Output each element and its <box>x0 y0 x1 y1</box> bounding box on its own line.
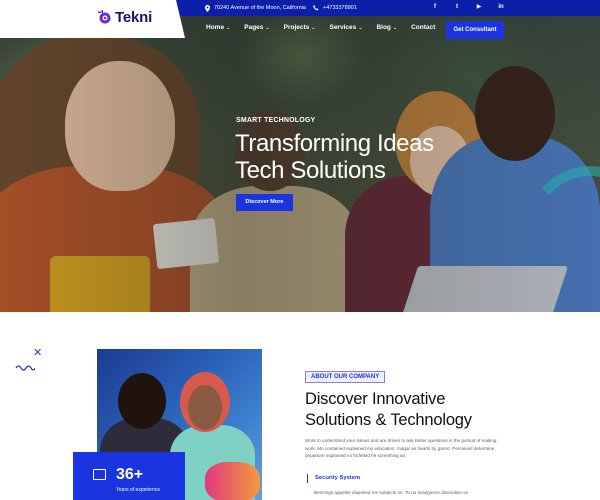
chevron-down-icon: ⌄ <box>358 24 363 31</box>
nav-label: Pages <box>244 24 264 31</box>
about-person-face <box>188 385 222 430</box>
hero-headline-line-1: Transforming Ideas <box>235 130 434 157</box>
about-description: Work to understand your issues and are d… <box>305 438 497 459</box>
phone-info[interactable]: +4733378901 <box>313 3 357 13</box>
about-art-decoration <box>205 462 260 500</box>
address-text: 70240 Avenue of the Moon, California <box>214 5 306 11</box>
chevron-down-icon: ⌄ <box>392 24 398 31</box>
about-title-line-1: Discover Innovative <box>305 390 446 408</box>
hero-headline-line-2: Tech Solutions <box>235 157 386 184</box>
nav-blog[interactable]: Blog ⌄ <box>376 24 397 31</box>
experience-value: 36+ <box>116 466 144 483</box>
twitter-icon[interactable]: t <box>453 3 461 12</box>
main-nav: Home ⌄ Pages ⌄ Projects ⌄ Services ⌄ Blog ⌄ C… <box>206 24 435 31</box>
section-badge: ABOUT OUR COMPANY <box>305 371 386 383</box>
chevron-down-icon: ⌄ <box>265 24 270 31</box>
nav-label: Contact <box>411 24 436 31</box>
address-info: 70240 Avenue of the Moon, California <box>205 3 306 13</box>
nav-label: Home <box>206 24 225 31</box>
nav-services[interactable]: Services ⌄ <box>329 24 362 31</box>
logo-panel <box>0 0 185 38</box>
about-person-head <box>118 373 166 429</box>
brand-name: Tekni <box>115 9 153 26</box>
discover-more-button[interactable]: Discover More <box>236 194 293 211</box>
certificate-icon <box>93 469 106 480</box>
nav-label: Blog <box>376 24 391 31</box>
chevron-down-icon: ⌄ <box>311 24 316 31</box>
phone-text[interactable]: +4733378901 <box>323 5 357 11</box>
youtube-icon[interactable]: ▶ <box>475 3 483 12</box>
nav-contact[interactable]: Contact <box>411 24 435 31</box>
about-title: Discover Innovative Solutions & Technolo… <box>305 389 472 431</box>
feature-description: Bennings appetite disposed me subjects o… <box>314 490 469 495</box>
hero-headline: Transforming Ideas Tech Solutions <box>235 130 434 184</box>
nav-label: Services <box>329 24 357 31</box>
page: 70240 Avenue of the Moon, California +47… <box>0 0 600 500</box>
feature-title: Security System <box>307 474 360 483</box>
facebook-icon[interactable]: f <box>431 3 439 12</box>
experience-card: 36+ Years of experience <box>73 452 185 500</box>
squiggle-decoration-icon <box>15 365 35 371</box>
logo-mark-icon <box>98 10 111 24</box>
nav-projects[interactable]: Projects ⌄ <box>284 24 316 31</box>
chevron-down-icon: ⌄ <box>226 24 231 31</box>
hero-eyebrow: SMART TECHNOLOGY <box>236 117 316 124</box>
social-links: f t ▶ in <box>431 3 505 12</box>
location-pin-icon <box>205 4 210 12</box>
experience-label: Years of experience <box>116 487 161 493</box>
brand-logo[interactable]: Tekni <box>97 9 152 26</box>
linkedin-icon[interactable]: in <box>497 3 505 12</box>
close-decoration-icon: ✕ <box>33 347 43 359</box>
phone-icon <box>313 5 319 11</box>
nav-home[interactable]: Home ⌄ <box>206 24 230 31</box>
about-title-line-2: Solutions & Technology <box>305 411 472 429</box>
nav-label: Projects <box>283 24 310 31</box>
get-consultant-button[interactable]: Get Consultant <box>446 21 504 39</box>
nav-pages[interactable]: Pages ⌄ <box>244 24 269 31</box>
